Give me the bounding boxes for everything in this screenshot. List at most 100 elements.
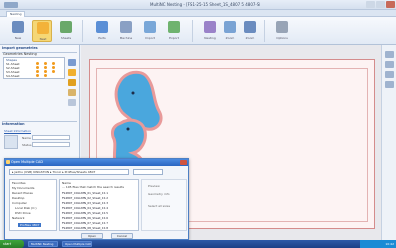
list-item[interactable]: S4-Sheet [6,74,64,78]
nest-button-label: Nest [39,37,47,41]
tree-node[interactable]: Desktop [12,196,24,200]
status-dot-icon [44,62,47,65]
status-dot-icon [36,70,39,73]
open-button[interactable]: Open [81,233,103,239]
tree-node[interactable]: Local Disk (C:) [15,206,37,210]
tree-node[interactable]: Recent Places [12,191,33,195]
zoom-fit-button-label: Zoom [245,36,255,40]
machine-button-label: Machine [119,36,133,40]
pan-icon[interactable] [385,81,394,88]
zoom-button[interactable]: Zoom [220,20,240,42]
ribbon-separator [82,20,83,42]
start-button[interactable]: start [0,240,24,248]
options-button-label: Options [276,36,288,40]
quick-access-toolbar[interactable] [4,2,18,8]
address-bar[interactable]: ▸ Jadhu (USB) KINGSTON ▸ Tronic ▸ Profil… [9,169,129,175]
geometry-info-label: Geometry info [148,192,170,196]
title-bar: MultiNC Nesting - [FS1-25-15 Sheet_1S_48… [0,0,396,10]
dialog-title: Open Multiple CAD [11,160,43,164]
view-toolbar [381,45,396,240]
export-icon [168,21,180,33]
file-row[interactable]: FS4807_COLUMN_07_Sheet_1S 7 [62,221,108,225]
info-name-label: Name [22,136,31,140]
search-input[interactable] [133,169,163,175]
status-dot-icon [44,74,47,77]
zoom-in-icon[interactable] [385,51,394,58]
folder-tree[interactable]: Favorites My Documents Recent Places Des… [9,179,57,231]
taskbar-item[interactable]: MultiNC Nesting [28,241,58,247]
tree-node[interactable]: DVD Drive [15,211,31,215]
remove-icon[interactable] [68,99,76,106]
dialog-app-icon [6,160,10,164]
search-result-note: ... 105 files that match the search resu… [62,185,124,189]
maximize-button[interactable] [376,1,385,8]
sheets-icon [60,21,72,33]
sheet-information-link[interactable]: Sheet Information [4,129,31,133]
dialog-close-button[interactable] [180,160,187,165]
file-row[interactable]: FS4807_COLUMN_03_Sheet_1S 3 [62,201,108,205]
zoom-fit-icon [244,21,256,33]
information-title: Information [2,122,25,126]
dialog-title-bar[interactable]: Open Multiple CAD [5,159,188,166]
new-button[interactable]: New [8,20,28,42]
sheet-preview-swatch [4,135,18,149]
tree-node[interactable]: My Documents [12,186,34,190]
tree-node[interactable]: Computer [12,201,27,205]
sheets-button-label: Sheets [60,36,72,40]
status-dot-icon [52,66,55,69]
machine-button[interactable]: Machine [116,20,136,42]
folder-icon[interactable] [68,69,76,76]
minimize-button[interactable] [366,1,375,8]
status-dot-icon [52,62,55,65]
folder-open-icon[interactable] [68,79,76,86]
file-row[interactable]: FS4807_COLUMN_01_Sheet_1S 1 [62,191,108,195]
info-name-field[interactable] [32,135,70,140]
import-icon [144,21,156,33]
file-list[interactable]: Name ... 105 files that match the search… [59,179,139,231]
part-hole [131,91,135,95]
nesting-icon [204,21,216,33]
taskbar-item[interactable]: Open Multiple CAD [62,241,92,247]
select-all-sizes-label[interactable]: Select all sizes [148,204,170,208]
info-status-field[interactable] [32,142,70,147]
file-row[interactable]: FS4807_COLUMN_04_Sheet_1S 4 [62,206,108,210]
zoom-fit-button[interactable]: Zoom [240,20,260,42]
info-status-label: Status [22,143,32,147]
preview-pane: Preview Geometry info Select all sizes [141,179,187,231]
cancel-button[interactable]: Cancel [111,233,133,239]
open-cad-dialog: Open Multiple CAD ▸ Jadhu (USB) KINGSTON… [4,158,189,240]
file-row[interactable]: FS4807_COLUMN_08_Sheet_1S 8 [62,226,108,230]
status-dot-icon [36,62,39,65]
close-button[interactable] [386,1,395,8]
ribbon-separator [192,20,193,42]
tree-node[interactable]: Network [12,216,25,220]
options-button[interactable]: Options [272,20,292,42]
file-row[interactable]: FS4807_COLUMN_02_Sheet_1S 2 [62,196,108,200]
export-button-label: Export [169,36,179,40]
tree-node-selected[interactable]: Profiles 4807 [18,223,42,227]
options-icon [276,21,288,33]
list-item-label: S4-Sheet [6,74,20,78]
preview-label: Preview [148,184,160,188]
nesting-button[interactable]: Nesting [200,20,220,42]
nest-button[interactable]: Nest [32,20,52,42]
zoom-window-icon[interactable] [385,71,394,78]
parts-button[interactable]: Parts [92,20,112,42]
import-button[interactable]: Import [140,20,160,42]
status-dot-icon [44,66,47,69]
file-row[interactable]: FS4807_COLUMN_06_Sheet_1S 6 [62,216,108,220]
tree-node[interactable]: Favorites [12,181,26,185]
ribbon-toolbar: New Nest Sheets Parts Machine Import Exp… [0,17,396,45]
window-title: MultiNC Nesting - [FS1-25-15 Sheet_1S_48… [150,2,260,7]
geometry-list[interactable]: Shapes S1-Sheet S2-Sheet S3-Sheet S4-She… [3,57,65,79]
file-row[interactable]: FS4807_COLUMN_05_Sheet_1S 5 [62,211,108,215]
zoom-out-icon[interactable] [385,61,394,68]
add-icon[interactable] [68,59,76,66]
system-tray-clock: 10:42 [360,240,396,248]
status-dot-icon [36,66,39,69]
export-button[interactable]: Export [164,20,184,42]
import-button-label: Import [145,36,155,40]
sheets-button[interactable]: Sheets [56,20,76,42]
new-document-icon [12,21,24,33]
edit-icon[interactable] [68,89,76,96]
